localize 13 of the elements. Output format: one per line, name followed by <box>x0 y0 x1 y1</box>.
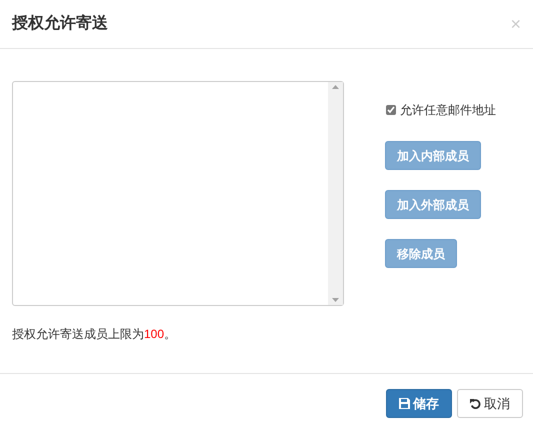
scroll-down-icon[interactable] <box>332 298 339 302</box>
member-limit-note: 授权允许寄送成员上限为100。 <box>12 326 178 343</box>
save-icon <box>399 398 410 409</box>
undo-icon <box>470 398 481 409</box>
save-button[interactable]: 储存 <box>386 389 452 418</box>
dialog-title: 授权允许寄送 <box>12 13 108 34</box>
scrollbar[interactable] <box>328 82 343 305</box>
scroll-up-icon[interactable] <box>332 85 339 89</box>
cancel-button[interactable]: 取消 <box>457 389 523 418</box>
checkbox-label: 允许任意邮件地址 <box>400 102 496 119</box>
checkbox[interactable] <box>386 105 396 115</box>
close-button[interactable]: × <box>510 15 521 33</box>
member-listbox[interactable] <box>12 81 344 306</box>
